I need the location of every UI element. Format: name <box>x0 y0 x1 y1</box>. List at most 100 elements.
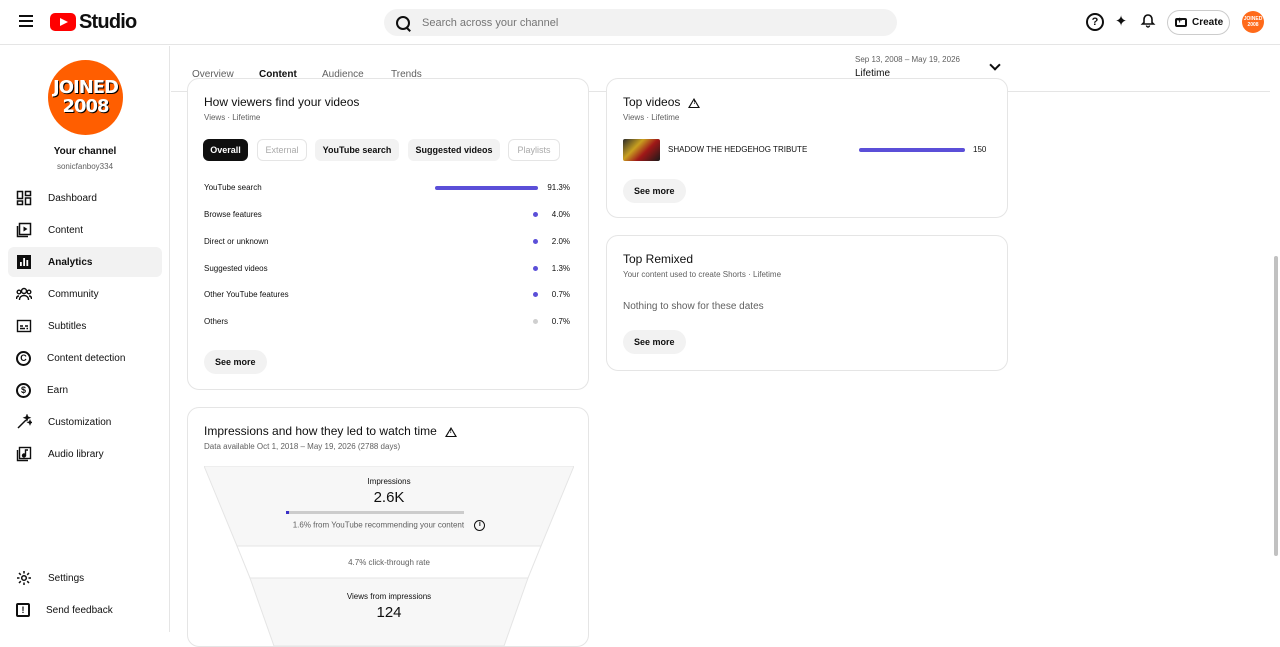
audio-library-icon <box>16 446 32 462</box>
create-label: Create <box>1192 17 1224 28</box>
traffic-source-percent: 4.0% <box>551 210 570 219</box>
card-title: Top Remixed <box>623 252 694 266</box>
content-detection-icon: C <box>16 350 31 366</box>
menu-icon[interactable] <box>16 12 36 32</box>
traffic-source-percent: 1.3% <box>551 264 570 273</box>
sidebar-item-content-detection[interactable]: C Content detection <box>8 343 162 373</box>
date-range-text[interactable]: Sep 13, 2008 – May 19, 2026 <box>855 55 960 64</box>
top-videos-card: Top videos Views · Lifetime SHADOW THE H… <box>606 78 1008 218</box>
see-more-button[interactable]: See more <box>623 179 686 203</box>
sidebar-item-dashboard[interactable]: Dashboard <box>8 183 162 213</box>
traffic-source-bar <box>435 186 538 190</box>
sidebar-item-label: Customization <box>48 416 112 428</box>
sidebar-item-label: Audio library <box>48 448 104 460</box>
chevron-down-icon[interactable] <box>989 59 1001 71</box>
channel-handle: sonicfanboy334 <box>56 162 114 171</box>
channel-title: Your channel <box>53 146 117 157</box>
traffic-source-row[interactable]: Browse features 4.0% <box>204 208 570 222</box>
video-thumbnail[interactable] <box>623 139 660 161</box>
sidebar-item-audio-library[interactable]: Audio library <box>8 439 162 469</box>
video-camera-icon <box>1175 15 1187 27</box>
traffic-source-percent: 91.3% <box>547 183 570 192</box>
traffic-source-row[interactable]: YouTube search 91.3% <box>204 181 570 195</box>
card-title: Top videos <box>623 95 701 109</box>
sidebar-item-send-feedback[interactable]: ! Send feedback <box>8 595 162 625</box>
card-subtitle: Views · Lifetime <box>623 113 680 122</box>
see-more-button[interactable]: See more <box>623 330 686 354</box>
traffic-source-name: Browse features <box>204 210 262 219</box>
help-icon[interactable]: ? <box>1086 13 1104 31</box>
chip-overall[interactable]: Overall <box>203 139 248 161</box>
sidebar-item-label: Community <box>48 288 99 300</box>
chip-external[interactable]: External <box>257 139 307 161</box>
sidebar-item-community[interactable]: Community <box>8 279 162 309</box>
sidebar-item-content[interactable]: Content <box>8 215 162 245</box>
channel-avatar[interactable]: JOINED 2008 <box>48 60 123 135</box>
sidebar-item-settings[interactable]: Settings <box>8 563 162 593</box>
sidebar-item-analytics[interactable]: Analytics <box>8 247 162 277</box>
studio-logo[interactable]: Studio <box>50 10 137 33</box>
create-button[interactable]: Create <box>1167 10 1230 35</box>
traffic-source-row[interactable]: Others 0.7% <box>204 315 570 329</box>
card-subtitle: Your content used to create Shorts · Lif… <box>623 270 782 279</box>
traffic-source-row[interactable]: Direct or unknown 2.0% <box>204 235 570 249</box>
card-title: How viewers find your videos <box>204 95 360 109</box>
video-views: 150 <box>973 145 987 154</box>
youtube-play-icon <box>50 13 76 31</box>
top-bar: Studio ? ✦ Create JOINED 2008 <box>0 0 1280 45</box>
sidebar-item-subtitles[interactable]: Subtitles <box>8 311 162 341</box>
traffic-sources-card: How viewers find your videos Views · Lif… <box>187 78 589 390</box>
sidebar-item-label: Subtitles <box>48 320 87 332</box>
bell-icon[interactable] <box>1139 13 1157 31</box>
avatar-text-line2: 2008 <box>62 96 109 117</box>
empty-state-text: Nothing to show for these dates <box>623 301 764 312</box>
earn-icon: $ <box>16 382 31 398</box>
app-name: Studio <box>79 10 137 33</box>
traffic-source-row[interactable]: Suggested videos 1.3% <box>204 262 570 276</box>
views-from-impressions-value: 124 <box>376 604 402 621</box>
chip-suggested-videos[interactable]: Suggested videos <box>408 139 500 161</box>
traffic-source-percent: 2.0% <box>551 237 570 246</box>
traffic-source-percent: 0.7% <box>551 290 570 299</box>
traffic-source-name: Other YouTube features <box>204 290 289 299</box>
warning-icon[interactable] <box>688 97 701 108</box>
search-bar[interactable] <box>384 9 897 36</box>
traffic-source-dot <box>533 239 538 244</box>
warning-icon[interactable] <box>444 426 457 437</box>
search-icon[interactable] <box>395 15 411 31</box>
info-icon[interactable]: i <box>474 520 486 531</box>
impressions-value: 2.6K <box>373 489 405 506</box>
chip-playlists[interactable]: Playlists <box>508 139 560 161</box>
account-avatar[interactable]: JOINED 2008 <box>1242 11 1264 33</box>
sidebar-item-earn[interactable]: $ Earn <box>8 375 162 405</box>
scrollbar-thumb[interactable] <box>1274 256 1278 556</box>
views-bar <box>859 148 965 152</box>
traffic-source-name: Others <box>204 317 229 326</box>
traffic-source-name: Direct or unknown <box>204 237 269 246</box>
avatar-text-line1: JOINED <box>53 77 119 98</box>
settings-icon <box>16 570 32 586</box>
recommendation-label: 1.6% from YouTube recommending your cont… <box>292 520 465 530</box>
subtitles-icon <box>16 318 32 334</box>
traffic-source-dot <box>533 266 538 271</box>
sparkle-icon[interactable]: ✦ <box>1112 13 1130 31</box>
top-videos-title: Top videos <box>623 95 681 109</box>
video-title[interactable]: SHADOW THE HEDGEHOG TRIBUTE <box>668 145 807 154</box>
recommendation-bar <box>286 511 464 514</box>
dashboard-icon <box>16 190 32 206</box>
sidebar-item-customization[interactable]: Customization <box>8 407 162 437</box>
sidebar-item-label: Send feedback <box>46 604 113 616</box>
analytics-icon <box>16 254 32 270</box>
see-more-button[interactable]: See more <box>204 350 267 374</box>
traffic-source-dot <box>533 319 538 324</box>
search-input[interactable] <box>422 16 862 29</box>
feedback-icon: ! <box>16 603 30 617</box>
top-video-row[interactable]: SHADOW THE HEDGEHOG TRIBUTE 150 <box>623 139 993 161</box>
chip-youtube-search[interactable]: YouTube search <box>315 139 399 161</box>
sidebar-item-label: Analytics <box>48 256 93 268</box>
traffic-source-row[interactable]: Other YouTube features 0.7% <box>204 288 570 302</box>
sidebar-item-label: Content <box>48 224 84 236</box>
card-subtitle: Views · Lifetime <box>204 113 261 122</box>
top-remixed-card: Top Remixed Your content used to create … <box>606 235 1008 371</box>
page-scrollbar[interactable] <box>1272 46 1280 632</box>
